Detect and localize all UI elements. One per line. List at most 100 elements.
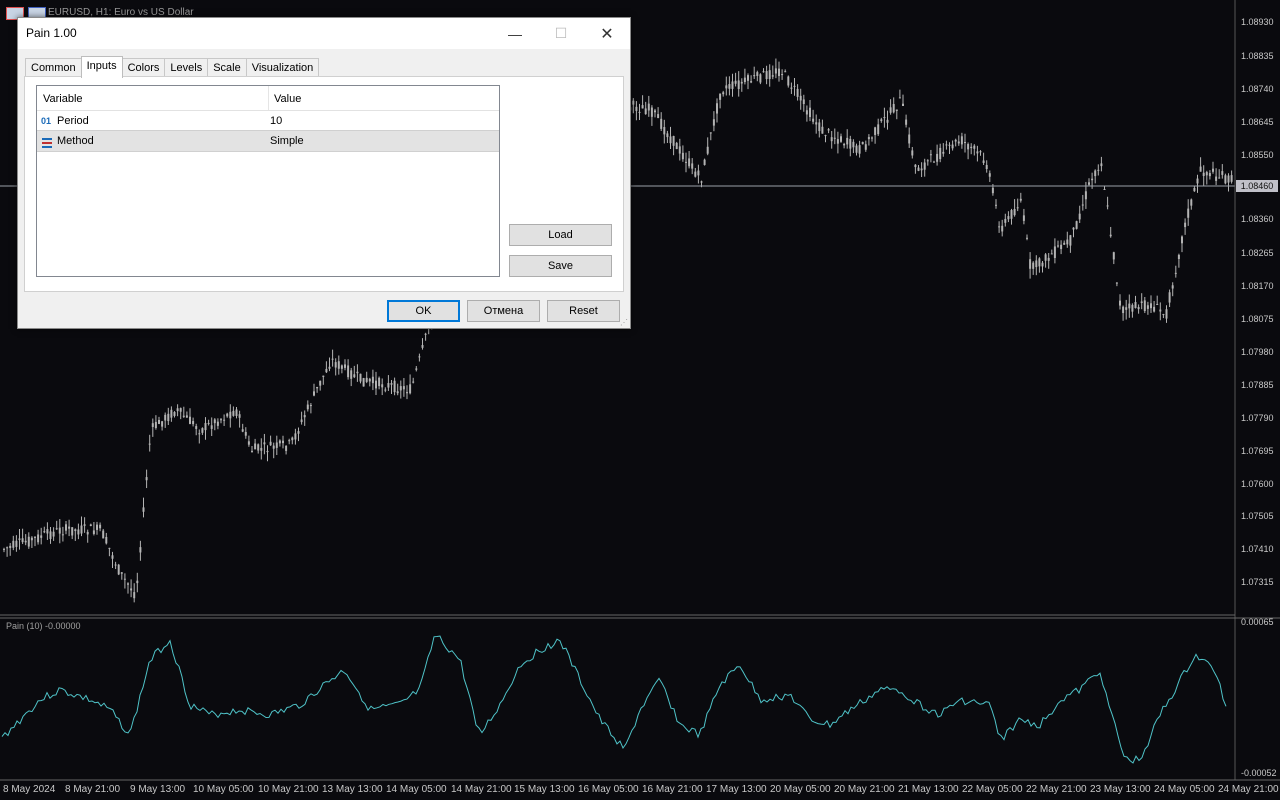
candle-body [89, 524, 92, 527]
candle-body [833, 137, 836, 139]
time-axis-label: 13 May 13:00 [322, 784, 383, 795]
candle-body [709, 132, 712, 134]
pain-indicator-line [1, 635, 1227, 764]
price-axis-label: 1.08645 [1241, 117, 1274, 127]
indicator-axis-bottom: -0.00052 [1241, 768, 1277, 778]
candle-body [381, 384, 384, 388]
tab-colors[interactable]: Colors [121, 58, 166, 77]
header-variable[interactable]: Variable [37, 86, 83, 110]
time-axis-label: 16 May 05:00 [578, 784, 639, 795]
candle-body [161, 421, 164, 427]
header-value[interactable]: Value [268, 86, 301, 110]
minimize-icon: — [508, 25, 522, 42]
candle-body [638, 111, 641, 113]
candle-body [9, 545, 12, 549]
candle-body [905, 119, 908, 125]
current-price-label: 1.08460 [1236, 180, 1278, 192]
row-variable: Period [57, 115, 89, 127]
load-button[interactable]: Load [509, 224, 612, 246]
price-axis-label: 1.07600 [1241, 479, 1274, 489]
candle-body [241, 429, 244, 432]
candle-body [923, 162, 926, 170]
close-button[interactable]: ✕ [584, 18, 630, 49]
dialog-titlebar[interactable]: Pain 1.00 — ☐ ✕ [18, 18, 630, 49]
candle-body [874, 127, 877, 135]
candle-body [291, 437, 294, 441]
candle-body [368, 378, 371, 382]
candle-body [204, 423, 207, 431]
candle-body [790, 87, 793, 89]
candle-body [375, 380, 377, 389]
candle-body [108, 547, 111, 549]
candle-body [387, 383, 390, 388]
candle-body [319, 380, 322, 386]
candle-body [300, 419, 303, 423]
candle-body [213, 419, 216, 424]
candle-body [740, 81, 743, 84]
indicator-properties-dialog: Pain 1.00 — ☐ ✕ Common Inputs Colors Lev… [17, 17, 631, 329]
candle-body [288, 440, 291, 442]
maximize-icon: ☐ [554, 25, 568, 41]
candle-body [672, 136, 675, 146]
minimize-button[interactable]: — [492, 18, 538, 49]
cancel-button[interactable]: Отмена [467, 300, 540, 322]
candle-body [1013, 208, 1016, 216]
table-row[interactable]: Method Simple [37, 130, 499, 152]
candle-body [815, 122, 818, 125]
candle-body [415, 368, 418, 370]
candle-body [220, 419, 222, 421]
row-value-select[interactable]: Simple [270, 131, 304, 151]
candle-body [1162, 314, 1165, 316]
candle-body [964, 141, 966, 143]
candle-body [12, 540, 15, 548]
candle-body [995, 204, 997, 206]
candle-body [1215, 176, 1218, 181]
enum-icon [41, 135, 53, 155]
candle-body [1153, 306, 1156, 312]
candle-body [139, 547, 142, 553]
candle-body [1044, 254, 1047, 261]
tab-visualization[interactable]: Visualization [245, 58, 320, 77]
time-axis-label: 22 May 21:00 [1026, 784, 1087, 795]
tab-inputs[interactable]: Inputs [80, 56, 123, 78]
tab-levels[interactable]: Levels [164, 58, 209, 77]
price-axis-label: 1.07505 [1241, 511, 1274, 521]
candle-body [700, 181, 703, 183]
candle-body [1112, 252, 1115, 260]
tab-common[interactable]: Common [25, 58, 82, 77]
candle-body [1088, 182, 1090, 185]
candle-body [170, 409, 173, 418]
table-row[interactable]: 01 Period 10 [37, 111, 499, 131]
candle-body [244, 432, 247, 436]
candle-body [877, 124, 880, 135]
candle-body [728, 84, 731, 89]
candle-body [1184, 222, 1187, 228]
candle-body [1168, 292, 1171, 303]
candle-body [195, 426, 198, 429]
candle-body [725, 85, 728, 89]
candle-body [635, 106, 638, 111]
reset-button[interactable]: Reset [547, 300, 620, 322]
tab-scale[interactable]: Scale [207, 58, 247, 77]
candle-body [1063, 242, 1066, 245]
candle-body [356, 371, 359, 374]
candle-body [24, 540, 27, 543]
candle-body [970, 146, 973, 149]
candle-body [235, 409, 238, 416]
price-axis-label: 1.07315 [1241, 577, 1274, 587]
candle-body [855, 145, 858, 153]
candle-body [1060, 244, 1063, 250]
candle-body [1187, 208, 1190, 218]
ok-button[interactable]: OK [387, 300, 460, 322]
save-button[interactable]: Save [509, 255, 612, 277]
maximize-button[interactable]: ☐ [538, 18, 584, 49]
row-value-input[interactable]: 10 [270, 111, 282, 131]
candle-body [821, 126, 824, 134]
candle-body [27, 536, 30, 547]
candle-body [309, 405, 312, 407]
candle-body [920, 168, 923, 171]
price-axis-label: 1.08930 [1241, 17, 1274, 27]
candle-body [1119, 300, 1121, 306]
resize-grip-icon[interactable]: ⋰ [620, 318, 628, 327]
candle-body [861, 141, 864, 145]
